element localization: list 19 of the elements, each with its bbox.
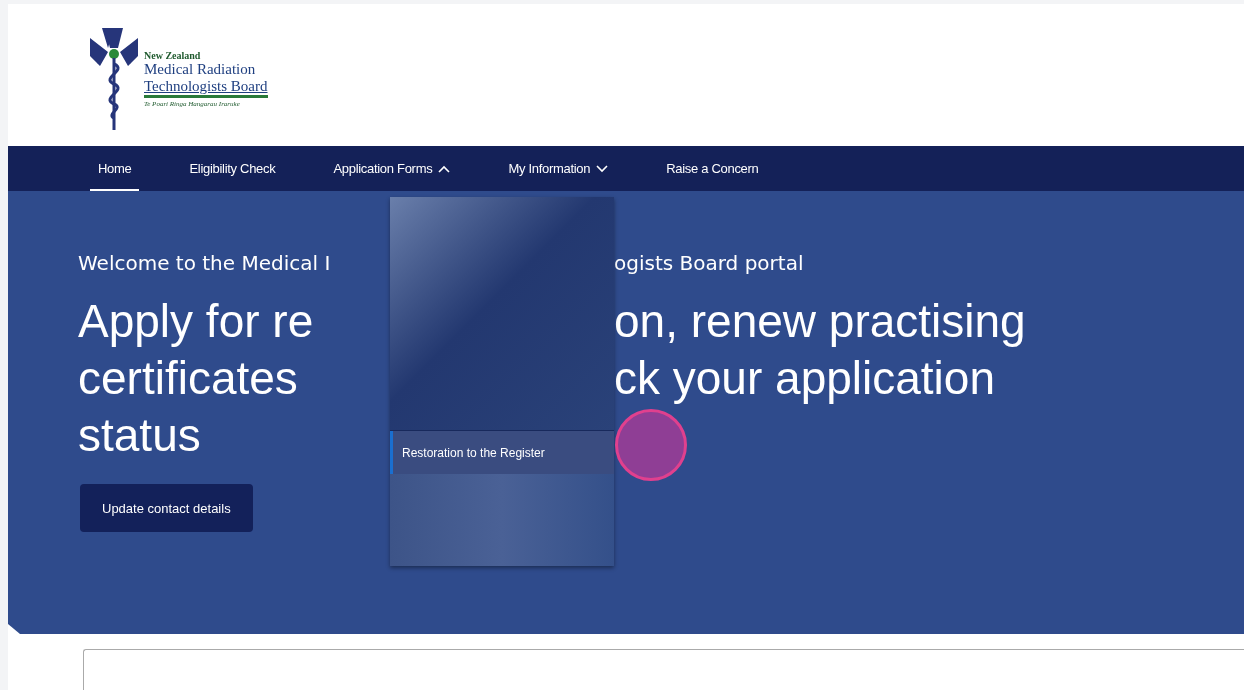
nav-tab[interactable]: Application Forms <box>325 146 459 191</box>
logo-text: Technologists Board <box>144 78 268 98</box>
logo-text: New Zealand <box>144 50 202 61</box>
caret-icon <box>596 164 609 173</box>
hero-heading: Apply for re <box>78 294 315 349</box>
hero-heading: on, renew practising <box>614 294 1027 349</box>
caret-icon <box>438 164 451 173</box>
hero-heading: ck your application <box>614 351 996 406</box>
nav-tab[interactable]: My Information <box>500 146 617 191</box>
menu-item[interactable]: Restoration to the Register <box>390 430 614 474</box>
nav-tab[interactable]: Eligibility Check <box>181 146 284 191</box>
hero-heading: certificates <box>78 351 299 406</box>
hero-heading: status <box>78 408 202 463</box>
update-contact-button[interactable]: Update contact details <box>80 484 253 532</box>
logo-emblem-icon <box>88 26 140 132</box>
welcome-text: ogists Board portal <box>614 251 805 275</box>
nav-tab[interactable]: Raise a Concern <box>658 146 767 191</box>
logo-text: Medical Radiation <box>144 61 257 78</box>
welcome-text: Welcome to the Medical I <box>78 251 332 275</box>
